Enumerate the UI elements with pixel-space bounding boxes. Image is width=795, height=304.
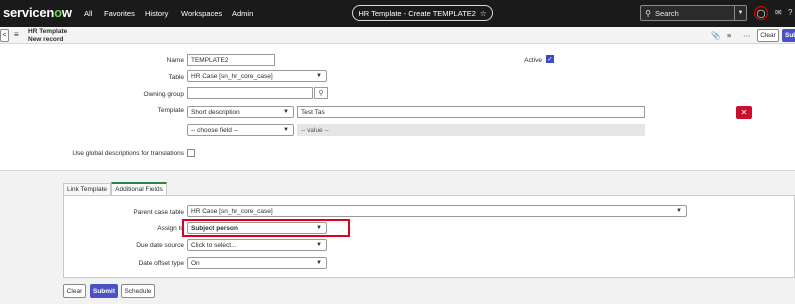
tab-additional-fields[interactable]: Additional Fields — [111, 182, 167, 196]
clear-button[interactable]: Clear — [63, 284, 86, 298]
delete-row-icon[interactable]: ✕ — [736, 106, 752, 119]
choose-field-value: -- choose field -- — [191, 126, 238, 134]
context-title-pill[interactable]: HR Template - Create TEMPLATE2 ☆ — [352, 5, 493, 21]
context-title: HR Template - Create TEMPLATE2 — [358, 8, 476, 18]
active-checkbox[interactable]: ✓ — [546, 55, 554, 63]
value-placeholder-field: -- value -- — [297, 124, 645, 136]
chevron-down-icon: ▼ — [316, 242, 322, 248]
active-label: Active — [524, 57, 542, 64]
chevron-down-icon: ▼ — [676, 208, 682, 214]
table-label: Table — [168, 74, 184, 81]
favorite-star-icon[interactable]: ☆ — [480, 9, 487, 18]
form-table-name: HR Template — [28, 28, 68, 35]
table-select[interactable]: HR Case [sn_hr_core_case] ▼ — [187, 70, 327, 82]
due-date-source-value: Click to select... — [191, 241, 237, 249]
highlight-annotation — [182, 219, 350, 237]
form-header: < ≡ HR Template New record 📎 ≡ ⋯ Clear S… — [0, 27, 795, 44]
template-field-value: Short description — [191, 108, 240, 116]
form-record-state: New record — [28, 35, 64, 43]
date-offset-type-label: Date offset type — [138, 260, 184, 267]
schedule-button[interactable]: Schedule — [121, 284, 155, 298]
parent-case-table-value: HR Case [sn_hr_core_case] — [191, 207, 273, 215]
date-offset-type-value: On — [191, 259, 200, 267]
nav-workspaces[interactable]: Workspaces — [181, 9, 222, 18]
owning-group-field[interactable] — [187, 87, 313, 99]
header-clear-button[interactable]: Clear — [757, 29, 779, 42]
template-label: Template — [157, 107, 184, 114]
help-icon[interactable]: ? — [788, 8, 792, 17]
context-menu-icon[interactable]: ≡ — [14, 30, 19, 39]
table-select-value: HR Case [sn_hr_core_case] — [191, 72, 273, 80]
top-navigation-bar: servicenow All Favorites History Workspa… — [0, 0, 795, 27]
due-date-source-label: Due date source — [136, 242, 184, 249]
nav-all[interactable]: All — [84, 9, 92, 18]
header-submit-button[interactable]: Sub — [782, 29, 795, 42]
global-descriptions-checkbox[interactable] — [187, 149, 195, 157]
assign-to-label: Assign to — [157, 225, 184, 232]
submit-button[interactable]: Submit — [90, 284, 118, 298]
search-scope-dropdown-icon[interactable]: ▼ — [734, 6, 746, 20]
chevron-down-icon: ▼ — [316, 260, 322, 266]
global-search-input[interactable]: ⚲ Search ▼ — [640, 5, 747, 21]
owning-group-label: Owning group — [143, 91, 184, 98]
name-label: Name — [166, 57, 184, 64]
chevron-down-icon: ▼ — [283, 127, 289, 133]
chat-icon[interactable]: ✉ — [775, 8, 782, 17]
form-title: HR Template New record — [28, 28, 67, 43]
template-value-field[interactable]: Test Tas — [297, 106, 645, 118]
due-date-source-select[interactable]: Click to select... ▼ — [187, 239, 327, 251]
name-field[interactable]: TEMPLATE2 — [187, 54, 275, 66]
date-offset-type-select[interactable]: On ▼ — [187, 257, 327, 269]
nav-admin[interactable]: Admin — [232, 9, 253, 18]
nav-history[interactable]: History — [145, 9, 168, 18]
template-field-select[interactable]: Short description ▼ — [187, 106, 294, 118]
search-icon: ⚲ — [645, 8, 651, 18]
settings-sliders-icon[interactable]: ≡ — [727, 31, 731, 40]
globe-icon[interactable]: ◯ — [754, 6, 768, 20]
chevron-down-icon: ▼ — [316, 73, 322, 79]
search-placeholder: Search — [655, 8, 679, 18]
nav-favorites[interactable]: Favorites — [104, 9, 135, 18]
lookup-search-icon[interactable]: ⚲ — [314, 87, 328, 99]
parent-case-table-label: Parent case table — [133, 209, 184, 216]
choose-field-select[interactable]: -- choose field -- ▼ — [187, 124, 294, 136]
parent-case-table-select[interactable]: HR Case [sn_hr_core_case] ▼ — [187, 205, 687, 217]
servicenow-logo[interactable]: servicenow — [3, 5, 72, 20]
back-arrow-icon[interactable]: < — [0, 29, 9, 42]
more-options-icon[interactable]: ⋯ — [743, 31, 751, 40]
attachment-icon[interactable]: 📎 — [711, 31, 720, 40]
chevron-down-icon: ▼ — [283, 109, 289, 115]
global-descriptions-label: Use global descriptions for translations — [72, 150, 184, 157]
